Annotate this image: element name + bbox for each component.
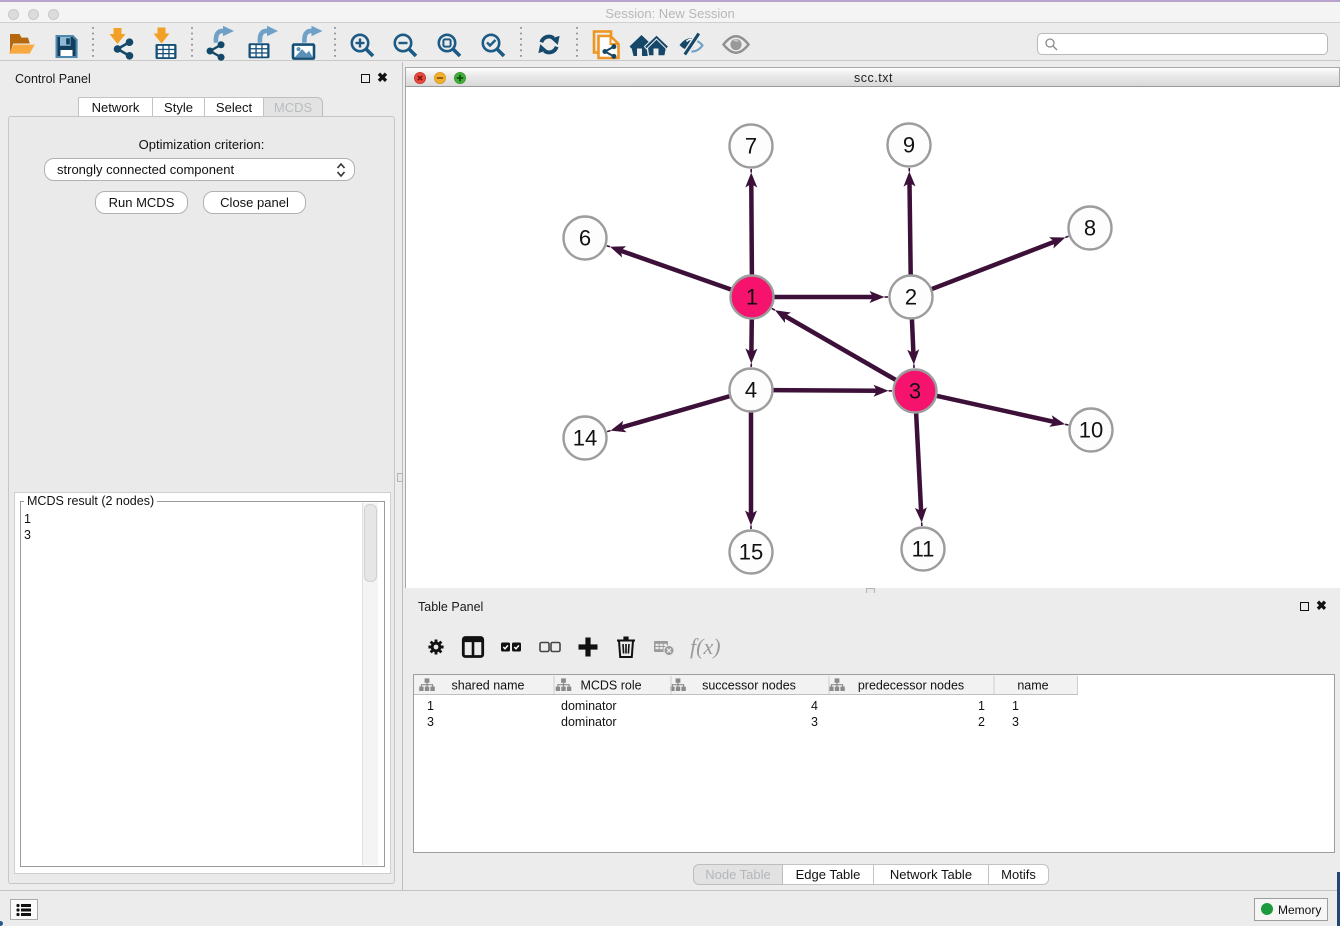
svg-text:2: 2 [905,285,917,310]
svg-text:MCDS role: MCDS role [580,679,641,693]
svg-text:1: 1 [1012,699,1019,713]
svg-text:8: 8 [1084,216,1096,241]
svg-text:11: 11 [912,537,935,562]
svg-text:4: 4 [811,699,818,713]
svg-text:6: 6 [579,226,591,251]
svg-text:dominator: dominator [561,699,617,713]
svg-text:1: 1 [746,285,758,310]
svg-text:7: 7 [745,134,757,159]
svg-text:15: 15 [739,540,763,565]
svg-text:3: 3 [427,715,434,729]
svg-text:dominator: dominator [561,715,617,729]
svg-text:3: 3 [811,715,818,729]
svg-text:2: 2 [978,715,985,729]
svg-text:name: name [1017,679,1048,693]
svg-text:1: 1 [978,699,985,713]
svg-text:successor nodes: successor nodes [702,679,796,693]
svg-text:1: 1 [427,699,434,713]
svg-text:14: 14 [573,426,597,451]
svg-text:shared name: shared name [452,679,525,693]
svg-text:3: 3 [909,379,921,404]
svg-text:4: 4 [745,378,757,403]
svg-text:3: 3 [1012,715,1019,729]
svg-text:10: 10 [1079,418,1103,443]
svg-text:predecessor nodes: predecessor nodes [858,679,964,693]
svg-text:f(x): f(x) [690,634,721,659]
svg-text:9: 9 [903,133,915,158]
